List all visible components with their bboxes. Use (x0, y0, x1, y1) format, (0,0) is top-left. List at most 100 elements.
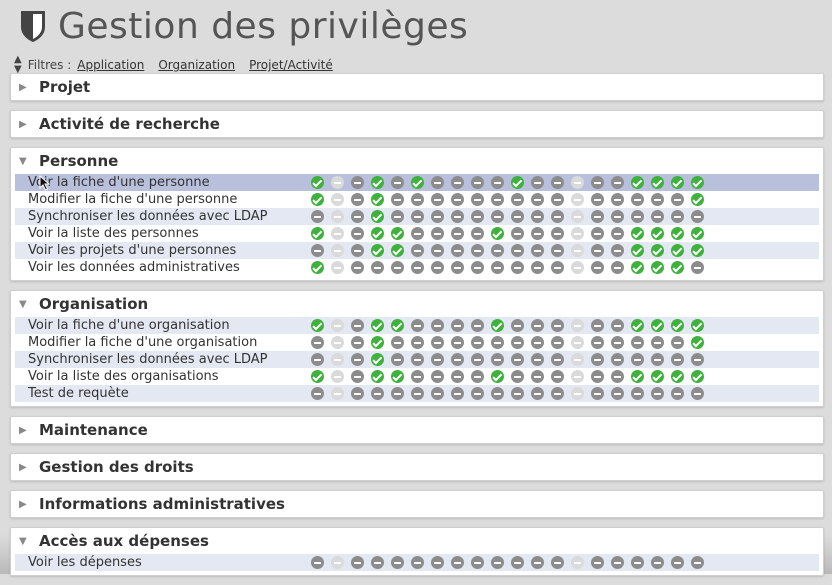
minus-icon[interactable] (391, 193, 404, 206)
minus-icon[interactable] (531, 336, 544, 349)
minus-icon[interactable] (551, 353, 564, 366)
minus-icon[interactable] (631, 556, 644, 569)
minus-icon[interactable] (671, 387, 684, 400)
section-header[interactable]: ▼ Organisation (11, 291, 823, 317)
check-icon[interactable] (371, 193, 384, 206)
minus-icon[interactable] (531, 244, 544, 257)
minus-icon[interactable] (511, 370, 524, 383)
check-icon[interactable] (411, 176, 424, 189)
section-header[interactable]: ▶ Maintenance (11, 417, 823, 443)
minus-icon[interactable] (611, 193, 624, 206)
minus-icon[interactable] (351, 387, 364, 400)
minus-icon[interactable] (351, 353, 364, 366)
minus-icon[interactable] (551, 556, 564, 569)
minus-icon[interactable] (431, 336, 444, 349)
check-icon[interactable] (371, 210, 384, 223)
minus-icon[interactable] (451, 556, 464, 569)
minus-icon[interactable] (311, 336, 324, 349)
minus-icon[interactable] (431, 176, 444, 189)
check-icon[interactable] (691, 193, 704, 206)
minus-icon[interactable] (431, 261, 444, 274)
minus-icon[interactable] (511, 227, 524, 240)
minus-icon[interactable] (631, 387, 644, 400)
minus-icon[interactable] (531, 261, 544, 274)
minus-icon[interactable] (431, 556, 444, 569)
minus-icon[interactable] (471, 193, 484, 206)
check-icon[interactable] (691, 176, 704, 189)
minus-icon[interactable] (591, 370, 604, 383)
check-icon[interactable] (391, 244, 404, 257)
minus-icon[interactable] (511, 261, 524, 274)
minus-icon[interactable] (531, 319, 544, 332)
minus-icon[interactable] (351, 556, 364, 569)
minus-icon[interactable] (391, 261, 404, 274)
check-icon[interactable] (631, 227, 644, 240)
check-icon[interactable] (671, 176, 684, 189)
minus-icon[interactable] (351, 210, 364, 223)
minus-icon[interactable] (631, 193, 644, 206)
minus-icon[interactable] (611, 227, 624, 240)
check-icon[interactable] (671, 244, 684, 257)
minus-icon[interactable] (491, 336, 504, 349)
minus-icon[interactable] (351, 370, 364, 383)
filter-link-projet-activite[interactable]: Projet/Activité (249, 58, 333, 72)
minus-icon[interactable] (371, 387, 384, 400)
check-icon[interactable] (691, 336, 704, 349)
minus-icon[interactable] (451, 336, 464, 349)
minus-icon[interactable] (491, 387, 504, 400)
minus-icon[interactable] (451, 210, 464, 223)
minus-icon[interactable] (471, 227, 484, 240)
minus-icon[interactable] (591, 353, 604, 366)
minus-icon[interactable] (311, 556, 324, 569)
check-icon[interactable] (511, 176, 524, 189)
minus-icon[interactable] (671, 556, 684, 569)
minus-icon[interactable] (611, 244, 624, 257)
minus-icon[interactable] (351, 261, 364, 274)
minus-icon[interactable] (611, 319, 624, 332)
minus-icon[interactable] (451, 353, 464, 366)
check-icon[interactable] (371, 336, 384, 349)
minus-icon[interactable] (431, 210, 444, 223)
minus-icon[interactable] (451, 176, 464, 189)
minus-icon[interactable] (651, 193, 664, 206)
sort-icon[interactable]: ▲ ▼ (14, 55, 22, 75)
check-icon[interactable] (311, 193, 324, 206)
check-icon[interactable] (631, 244, 644, 257)
minus-icon[interactable] (411, 210, 424, 223)
check-icon[interactable] (371, 244, 384, 257)
minus-icon[interactable] (351, 227, 364, 240)
minus-icon[interactable] (451, 319, 464, 332)
minus-icon[interactable] (551, 227, 564, 240)
check-icon[interactable] (491, 370, 504, 383)
minus-icon[interactable] (391, 176, 404, 189)
minus-icon[interactable] (471, 370, 484, 383)
minus-icon[interactable] (491, 244, 504, 257)
check-icon[interactable] (651, 261, 664, 274)
minus-icon[interactable] (351, 193, 364, 206)
minus-icon[interactable] (411, 244, 424, 257)
minus-icon[interactable] (691, 261, 704, 274)
minus-icon[interactable] (451, 387, 464, 400)
minus-icon[interactable] (491, 193, 504, 206)
minus-icon[interactable] (651, 556, 664, 569)
minus-icon[interactable] (471, 261, 484, 274)
minus-icon[interactable] (431, 353, 444, 366)
minus-icon[interactable] (551, 244, 564, 257)
minus-icon[interactable] (651, 336, 664, 349)
minus-icon[interactable] (411, 556, 424, 569)
minus-icon[interactable] (491, 210, 504, 223)
filter-link-application[interactable]: Application (77, 58, 144, 72)
minus-icon[interactable] (531, 370, 544, 383)
check-icon[interactable] (651, 176, 664, 189)
minus-icon[interactable] (471, 244, 484, 257)
minus-icon[interactable] (551, 176, 564, 189)
minus-icon[interactable] (371, 261, 384, 274)
minus-icon[interactable] (551, 319, 564, 332)
minus-icon[interactable] (671, 210, 684, 223)
minus-icon[interactable] (371, 556, 384, 569)
check-icon[interactable] (311, 176, 324, 189)
section-header[interactable]: ▼ Accès aux dépenses (11, 528, 823, 554)
check-icon[interactable] (691, 319, 704, 332)
minus-icon[interactable] (511, 193, 524, 206)
minus-icon[interactable] (691, 210, 704, 223)
